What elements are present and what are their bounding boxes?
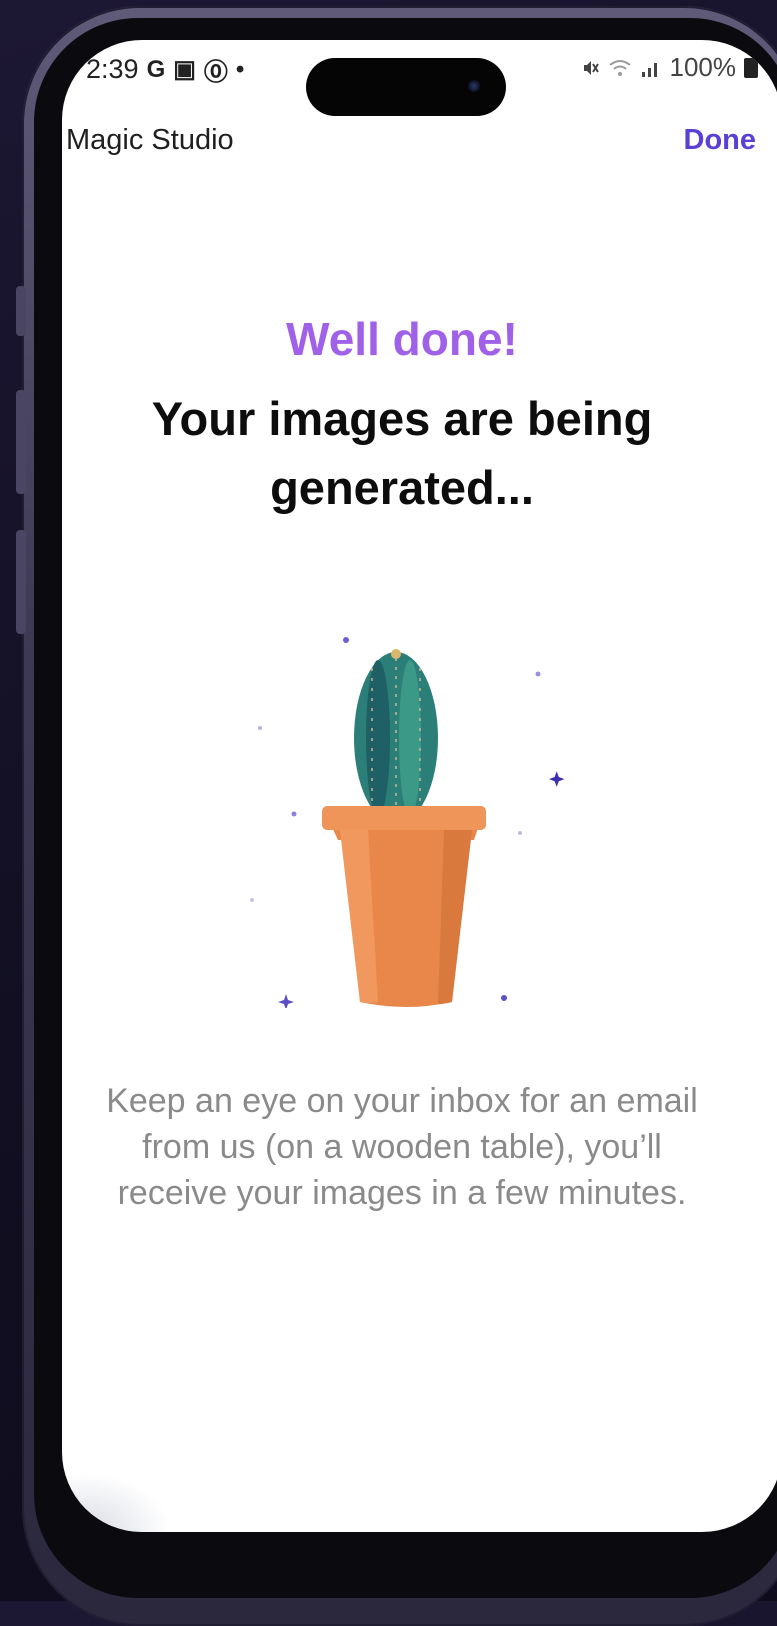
sparkle xyxy=(549,771,565,787)
status-right: 100% xyxy=(580,52,758,83)
app-title: Magic Studio xyxy=(66,124,234,156)
sparkle xyxy=(278,994,294,1008)
success-headline: Well done! xyxy=(286,313,518,365)
done-button[interactable]: Done xyxy=(684,124,757,157)
notification-icon: ⓪ xyxy=(203,59,228,86)
status-message-line-2: generated... xyxy=(270,461,534,514)
sparkle xyxy=(291,811,297,817)
sparkle xyxy=(535,671,541,677)
instructions-line-3: receive your images in a few minutes. xyxy=(117,1174,687,1212)
phone-screen: 2:39 G ▣ ⓪ • 100% Magic Studio Done Well… xyxy=(62,40,777,1532)
sparkle xyxy=(258,726,262,730)
volume-up-button xyxy=(16,390,26,494)
more-notifications-dot-icon: • xyxy=(235,55,245,83)
sparkle xyxy=(518,831,522,835)
status-left: 2:39 G ▣ ⓪ • xyxy=(86,52,244,87)
volume-down-button xyxy=(16,530,26,634)
flower-pot-icon xyxy=(322,806,486,1007)
dynamic-island xyxy=(306,58,506,116)
battery-percent: 100% xyxy=(669,52,737,82)
status-message-line-1: Your images are being xyxy=(151,392,653,445)
app-notification-icon: ▣ xyxy=(173,56,196,83)
battery-icon xyxy=(744,57,758,78)
mute-icon xyxy=(583,60,599,75)
screen-reflection xyxy=(62,1472,172,1532)
google-icon: G xyxy=(146,55,166,83)
cactus-icon xyxy=(354,649,438,824)
sparkle xyxy=(501,995,507,1001)
status-message: Your images are being generated... xyxy=(62,384,742,522)
cactus-illustration xyxy=(250,637,565,1008)
sparkle xyxy=(250,898,254,902)
sparkle xyxy=(343,637,349,643)
instructions-line-2: from us (on a wooden table), you’ll xyxy=(142,1128,662,1166)
front-camera-icon xyxy=(468,80,480,92)
instructions-text: Keep an eye on your inbox for an email f… xyxy=(62,1078,742,1216)
mute-switch xyxy=(16,286,26,336)
wifi-icon xyxy=(608,59,631,76)
status-time: 2:39 xyxy=(86,54,139,84)
signal-icon xyxy=(641,62,657,77)
instructions-line-1: Keep an eye on your inbox for an email xyxy=(106,1082,698,1120)
